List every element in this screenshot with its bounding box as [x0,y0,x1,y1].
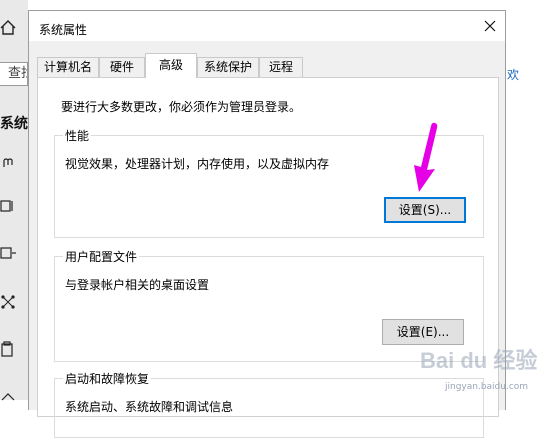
user-profiles-description: 与登录帐户相关的桌面设置 [65,278,210,292]
watermark-text: Bai du 经验 [420,348,537,373]
tab-hardware[interactable]: 硬件 [99,57,145,77]
background-sidebar: 查找 系统 [0,0,28,401]
admin-note: 要进行大多数更改，你必须作为管理员登录。 [61,100,302,114]
close-button[interactable] [475,11,505,41]
projecting-icon[interactable] [0,245,16,261]
performance-title: 性能 [63,127,92,144]
tab-computer-name[interactable]: 计算机名 [37,57,99,77]
home-icon[interactable] [0,18,20,38]
dialog-titlebar[interactable]: 系统属性 [29,11,505,41]
close-icon [484,20,496,32]
tab-advanced[interactable]: 高级 [145,53,197,78]
startup-recovery-description: 系统启动、系统故障和调试信息 [65,400,234,414]
user-profiles-title: 用户配置文件 [63,248,140,265]
performance-description: 视觉效果，处理器计划，内存使用，以及虚拟内存 [65,157,330,171]
tab-remote[interactable]: 远程 [259,57,303,77]
background-link[interactable]: 欢 [507,66,519,83]
touch-icon[interactable] [0,153,16,169]
tab-system-protection[interactable]: 系统保护 [197,57,259,77]
watermark-subtext: jingyan.baidu.com [445,382,529,392]
background-search-input[interactable]: 查找 [0,62,28,86]
performance-settings-button[interactable]: 设置(S)... [384,197,466,223]
clipboard-icon[interactable] [0,341,16,357]
background-section-title: 系统 [0,116,28,132]
startup-recovery-title: 启动和故障恢复 [63,370,152,387]
remote-desktop-icon[interactable] [0,388,16,404]
multitask-icon[interactable] [0,198,16,214]
dialog-title: 系统属性 [39,23,88,37]
shared-experiences-icon[interactable] [0,294,16,310]
annotation-arrow-icon [414,122,438,192]
